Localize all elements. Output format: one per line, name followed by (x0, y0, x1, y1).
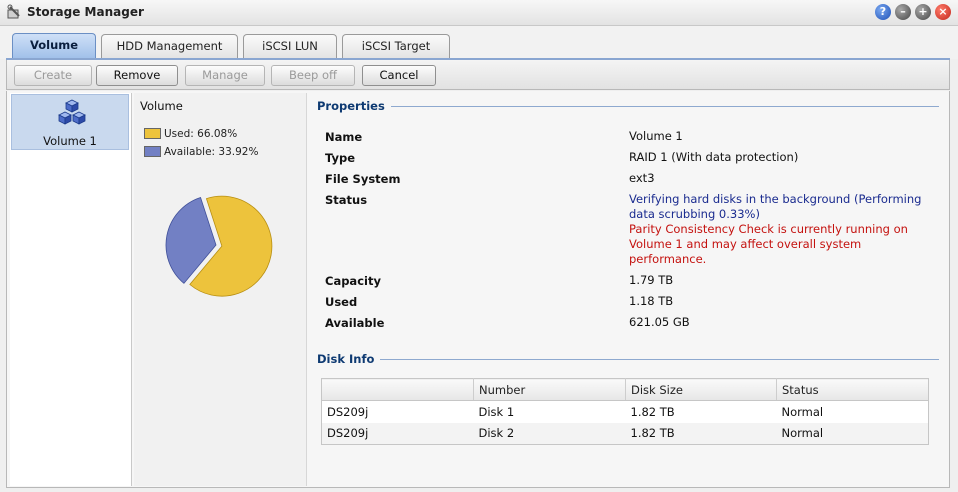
table-row[interactable]: DS209j Disk 1 1.82 TB Normal (322, 401, 929, 423)
tab-hdd-management[interactable]: HDD Management (101, 34, 238, 58)
properties-heading: Properties (317, 99, 391, 113)
close-icon[interactable]: × (935, 4, 951, 20)
legend-swatch-available (144, 146, 161, 157)
status-warning-line-1: Parity Consistency Check is currently ru… (629, 222, 908, 236)
properties-panel: Properties Name Volume 1 Type RAID 1 (Wi… (309, 93, 947, 486)
column-header-disk-size[interactable]: Disk Size (625, 378, 777, 401)
main-panel: Volume 1 Volume Used: 66.08% Available: … (6, 91, 950, 488)
remove-button[interactable]: Remove (96, 65, 178, 86)
status-warning-line-3: performance. (629, 252, 707, 266)
prop-label-status: Status (325, 193, 368, 207)
cancel-button[interactable]: Cancel (362, 65, 436, 86)
beep-off-button[interactable]: Beep off (271, 65, 355, 86)
toolbar: Create Remove Manage Beep off Cancel (6, 60, 950, 90)
prop-label-type: Type (325, 151, 356, 165)
prop-label-file-system: File System (325, 172, 401, 186)
status-scrubbing-line-1: Verifying hard disks in the background (… (629, 192, 922, 206)
prop-value-capacity: 1.79 TB (629, 273, 674, 287)
prop-value-available: 621.05 GB (629, 315, 690, 329)
table-header-row: Number Disk Size Status (321, 378, 929, 401)
minimize-icon[interactable]: – (895, 4, 911, 20)
cell-status: Normal (781, 404, 824, 419)
prop-label-name: Name (325, 130, 363, 144)
disk-info-divider (317, 359, 939, 360)
cell-status: Normal (776, 422, 929, 445)
maximize-icon[interactable]: + (915, 4, 931, 20)
tab-volume[interactable]: Volume (12, 33, 96, 59)
column-header-status[interactable]: Status (776, 378, 929, 401)
status-scrubbing-line-2: data scrubbing 0.33%) (629, 207, 760, 221)
volume-list-item[interactable]: Volume 1 (11, 94, 129, 150)
legend-available-label: Available: 33.92% (164, 146, 259, 158)
cell-disk-size: 1.82 TB (630, 404, 675, 419)
prop-value-name: Volume 1 (629, 129, 683, 143)
disk-info-heading: Disk Info (317, 352, 381, 366)
cell-disk-size: 1.82 TB (625, 422, 777, 445)
usage-pie-chart (165, 195, 273, 297)
prop-value-status: Verifying hard disks in the background (… (629, 192, 921, 267)
cell-device: DS209j (321, 422, 474, 445)
prop-label-used: Used (325, 295, 358, 309)
properties-divider (317, 106, 939, 107)
column-header-device[interactable] (321, 378, 474, 401)
legend-swatch-used (144, 128, 161, 139)
prop-label-capacity: Capacity (325, 274, 381, 288)
help-icon[interactable]: ? (875, 4, 891, 20)
cell-device: DS209j (327, 404, 369, 419)
window-title: Storage Manager (27, 5, 144, 19)
cell-number: Disk 1 (478, 404, 515, 419)
volume-list-item-label: Volume 1 (43, 134, 97, 148)
tab-iscsi-target[interactable]: iSCSI Target (342, 34, 450, 58)
legend-used: Used: 66.08% (144, 128, 237, 142)
column-header-number[interactable]: Number (473, 378, 626, 401)
prop-value-used: 1.18 TB (629, 294, 674, 308)
manage-button[interactable]: Manage (185, 65, 265, 86)
volume-list: Volume 1 (10, 93, 132, 486)
status-warning-line-2: Volume 1 and may affect overall system (629, 237, 862, 251)
create-button[interactable]: Create (14, 65, 92, 86)
tab-bar: Volume HDD Management iSCSI LUN iSCSI Ta… (0, 26, 958, 59)
legend-available: Available: 33.92% (144, 146, 258, 160)
usage-chart-title: Volume (140, 99, 183, 113)
usage-chart-panel: Volume Used: 66.08% Available: 33.92% (134, 93, 307, 486)
table-row[interactable]: DS209j Disk 2 1.82 TB Normal (321, 422, 929, 445)
prop-label-available: Available (325, 316, 385, 330)
cell-number: Disk 2 (473, 422, 626, 445)
cubes-icon (58, 99, 86, 125)
title-bar: Storage Manager ? – + × (0, 0, 958, 26)
legend-used-label: Used: 66.08% (164, 128, 238, 140)
prop-value-type: RAID 1 (With data protection) (629, 150, 799, 164)
disk-info-table: Number Disk Size Status DS209j Disk 1 1.… (321, 378, 929, 445)
prop-value-file-system: ext3 (629, 171, 655, 185)
tab-iscsi-lun[interactable]: iSCSI LUN (243, 34, 337, 58)
storage-manager-icon (7, 4, 20, 19)
